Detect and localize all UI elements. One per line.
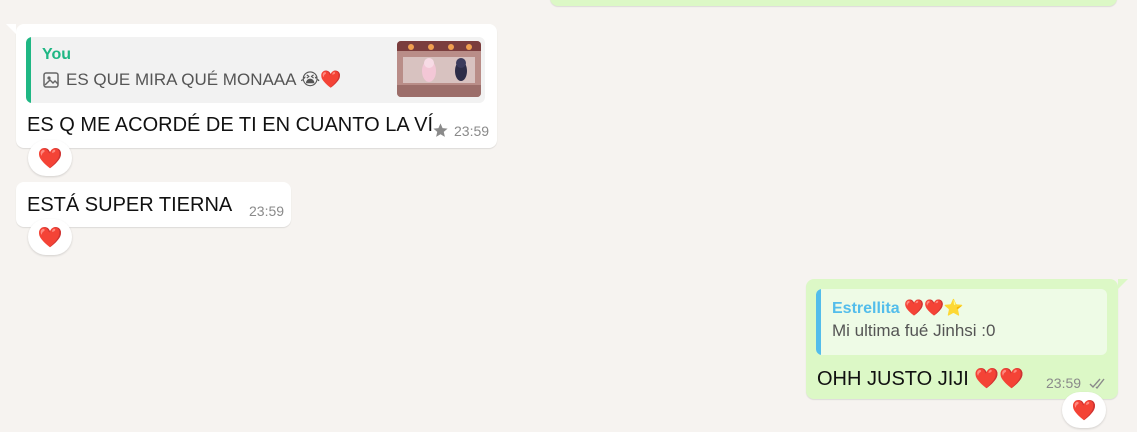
reply-image-thumbnail <box>397 41 481 97</box>
previous-outgoing-message[interactable] <box>550 0 1117 6</box>
outgoing-message-1[interactable]: Estrellita ❤️❤️⭐ Mi ultima fué Jinhsi :0… <box>806 279 1118 399</box>
reply-quote[interactable]: You ES QUE MIRA QUÉ MONAAA 😭❤️ <box>26 37 485 103</box>
heart-reaction-icon: ❤️ <box>1071 399 1097 422</box>
star-icon <box>432 122 449 139</box>
reply-quote[interactable]: Estrellita ❤️❤️⭐ Mi ultima fué Jinhsi :0 <box>816 289 1107 355</box>
read-ticks-icon <box>1089 376 1109 390</box>
reply-author: Estrellita ❤️❤️⭐ <box>832 300 964 317</box>
message-time: 23:59 <box>1046 375 1082 391</box>
message-text: OHH JUSTO JIJI ❤️❤️ <box>817 368 1025 390</box>
reaction-badge[interactable]: ❤️ <box>1062 392 1106 428</box>
image-icon <box>42 71 60 89</box>
message-time: 23:59 <box>249 203 285 219</box>
heart-reaction-icon: ❤️ <box>37 226 63 249</box>
reaction-badge[interactable]: ❤️ <box>28 140 72 176</box>
message-text: ESTÁ SUPER TIERNA <box>27 194 233 216</box>
reply-text: ES QUE MIRA QUÉ MONAAA 😭❤️ <box>66 70 342 89</box>
reply-accent-bar <box>26 37 31 103</box>
message-time: 23:59 <box>454 123 490 139</box>
bubble-tail <box>1118 279 1128 289</box>
incoming-message-1[interactable]: You ES QUE MIRA QUÉ MONAAA 😭❤️ ES Q ME A… <box>16 24 497 148</box>
message-text: ES Q ME ACORDÉ DE TI EN CUANTO LA VÍ <box>27 114 434 136</box>
reply-accent-bar <box>816 289 821 355</box>
reply-author: You <box>42 46 72 63</box>
heart-reaction-icon: ❤️ <box>37 147 63 170</box>
bubble-tail <box>6 24 16 34</box>
reaction-badge[interactable]: ❤️ <box>28 219 72 255</box>
reply-text: Mi ultima fué Jinhsi :0 <box>832 321 996 340</box>
